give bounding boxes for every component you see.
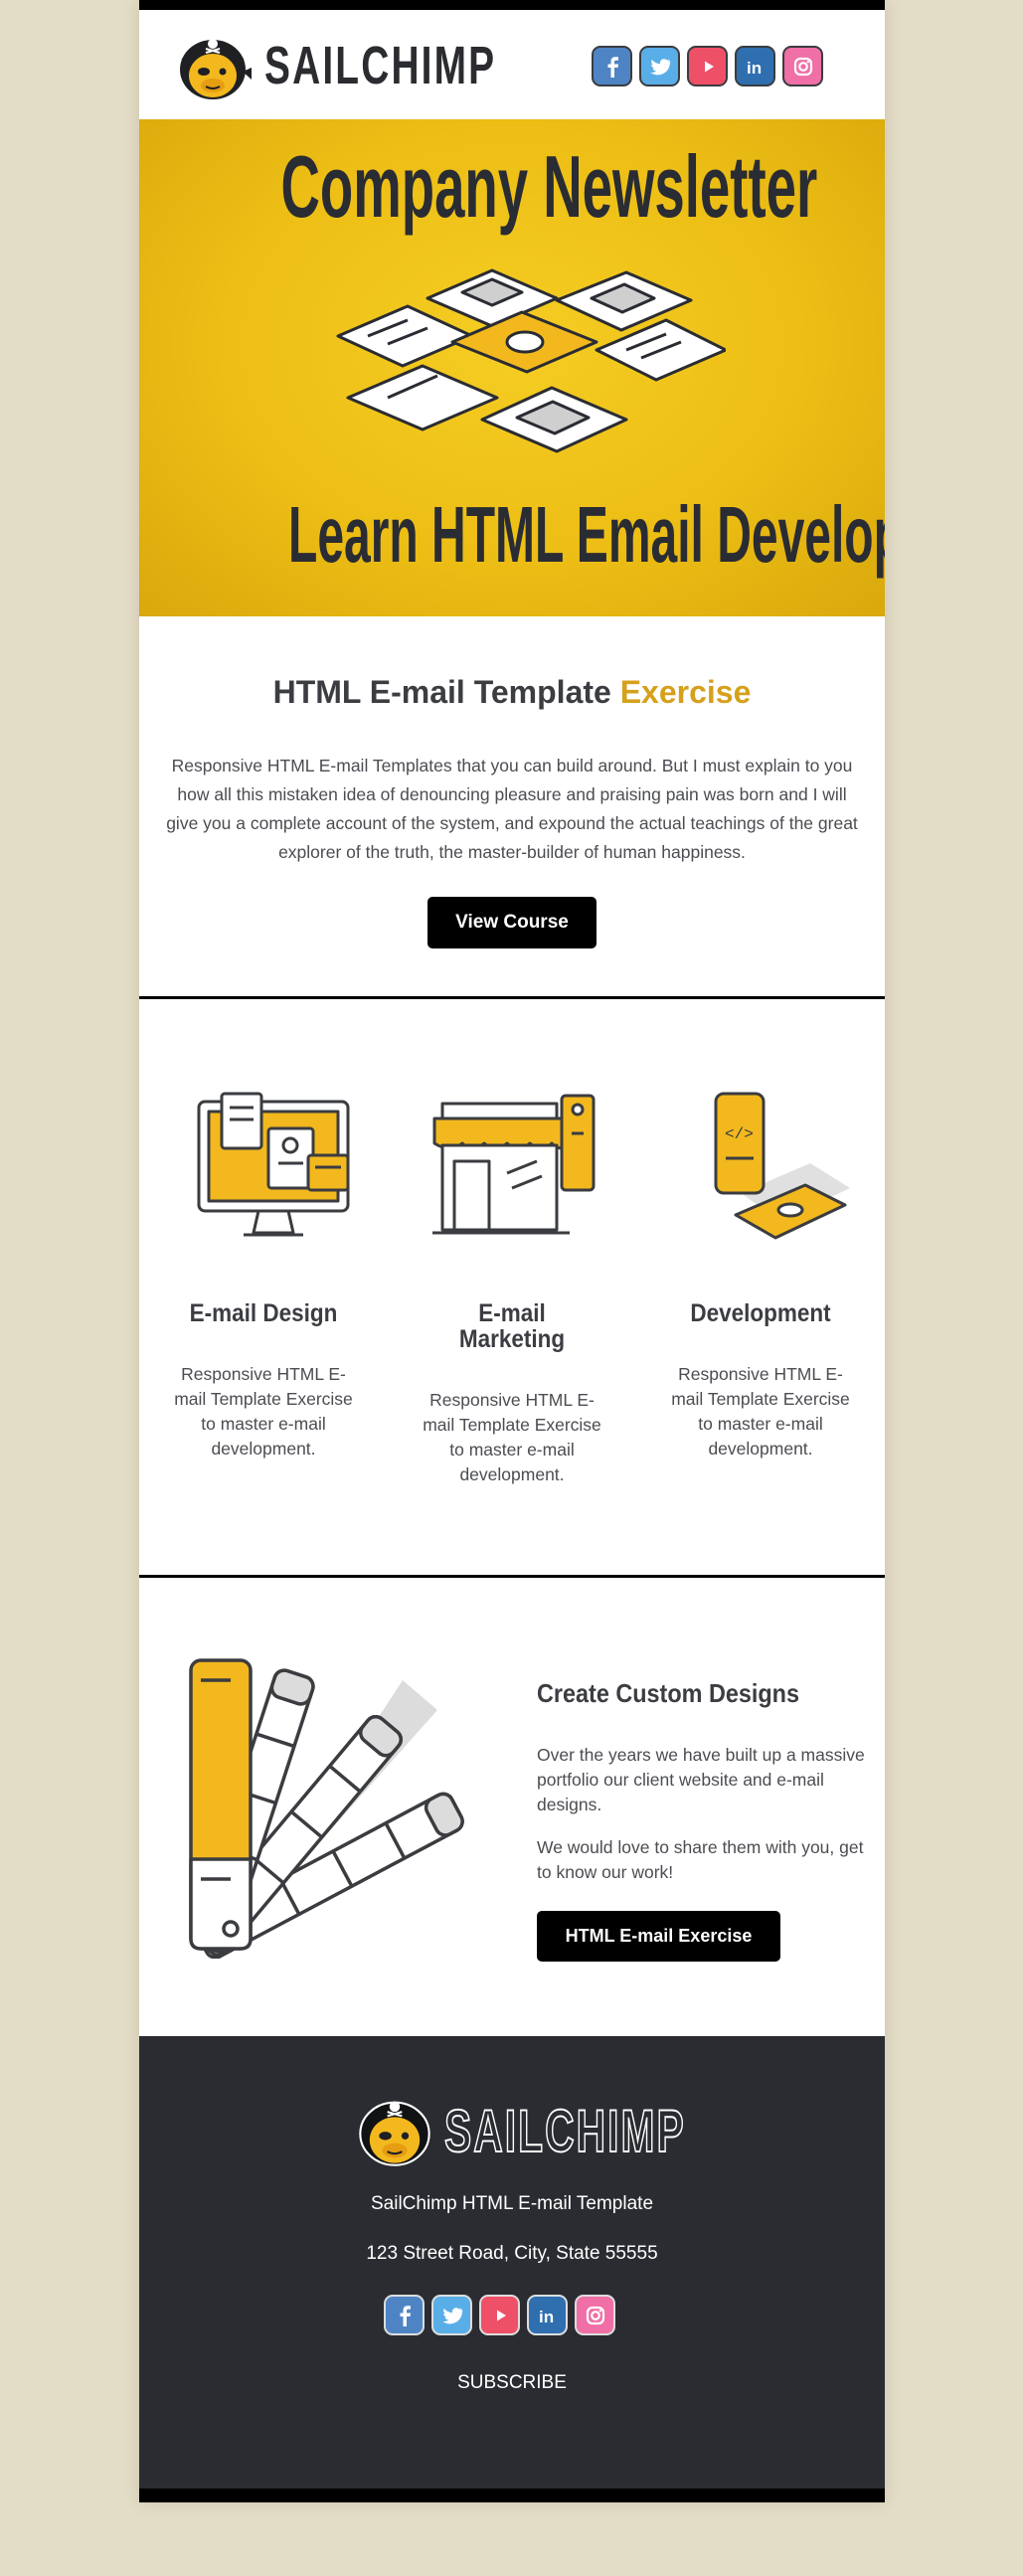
color-swatch-fan-icon: [189, 1658, 464, 1959]
intro-title: HTML E-mail Template Exercise: [139, 674, 885, 711]
intro-text: Responsive HTML E-mail Templates that yo…: [166, 756, 858, 862]
instagram-icon[interactable]: [782, 46, 823, 86]
social-links-header: in: [592, 46, 823, 86]
svg-text:</>: </>: [725, 1125, 754, 1143]
layout-cards-illustration: [336, 268, 726, 453]
linkedin-icon[interactable]: in: [527, 2295, 568, 2335]
intro-title-main: HTML E-mail Template: [272, 674, 611, 710]
feature-title: E-mail Design: [189, 1299, 338, 1327]
feature-text: Responsive HTML E-mail Template Exercise…: [671, 1364, 850, 1459]
section-divider: [139, 996, 885, 999]
custom-designs-text-1: Over the years we have built up a massiv…: [537, 1745, 865, 1814]
top-bar: [139, 0, 885, 10]
feature-development: </> Development Responsive HTML E-mail T…: [661, 1084, 860, 1459]
facebook-icon[interactable]: [592, 46, 632, 86]
youtube-icon[interactable]: [687, 46, 728, 86]
twitter-icon[interactable]: [639, 46, 680, 86]
instagram-icon[interactable]: [575, 2295, 615, 2335]
storefront-icon: [432, 1094, 596, 1235]
svg-text:in: in: [747, 59, 762, 78]
feature-text: Responsive HTML E-mail Template Exercise…: [423, 1390, 601, 1484]
feature-email-marketing: E-mail Marketing Responsive HTML E-mail …: [413, 1084, 611, 1484]
footer-address: 123 Street Road, City, State 55555: [366, 2243, 658, 2264]
custom-designs-text-2: We would love to share them with you, ge…: [537, 1837, 864, 1882]
feature-title: E-mail Marketing: [458, 1299, 566, 1353]
hero-subtitle: Learn HTML Email Development!: [288, 490, 885, 579]
header: SAILCHIMP in: [139, 10, 885, 119]
subscribe-link[interactable]: SUBSCRIBE: [139, 2372, 885, 2394]
footer-brand-wordmark: SAILCHIMP: [443, 2097, 686, 2165]
feature-email-design: E-mail Design Responsive HTML E-mail Tem…: [164, 1084, 363, 1459]
section-divider: [139, 1575, 885, 1578]
facebook-icon[interactable]: [384, 2295, 425, 2335]
pirate-monkey-icon: [359, 2101, 430, 2166]
footer: SAILCHIMP SailChimp HTML E-mail Template…: [139, 2036, 885, 2489]
monitor-layout-icon: [197, 1092, 350, 1237]
brand-wordmark: SAILCHIMP: [264, 36, 497, 95]
html-email-exercise-button[interactable]: HTML E-mail Exercise: [537, 1911, 780, 1962]
brand-logo[interactable]: SAILCHIMP: [173, 30, 494, 101]
intro-title-accent: Exercise: [619, 674, 752, 710]
pirate-monkey-icon: [180, 39, 252, 99]
email-container: SAILCHIMP in Company Newsletter Learn HT…: [139, 0, 885, 2502]
twitter-icon[interactable]: [431, 2295, 472, 2335]
footer-template-name: SailChimp HTML E-mail Template: [370, 2193, 654, 2214]
linkedin-icon[interactable]: in: [735, 46, 775, 86]
mobile-code-icon: </>: [714, 1092, 850, 1240]
youtube-icon[interactable]: [479, 2295, 520, 2335]
social-links-footer: in: [384, 2295, 615, 2335]
hero-banner: Company Newsletter Learn HTML Email Deve…: [139, 119, 885, 616]
feature-title: Development: [690, 1299, 831, 1327]
custom-designs-title: Create Custom Designs: [537, 1678, 799, 1708]
svg-text:in: in: [539, 2308, 554, 2326]
bottom-bar: [139, 2489, 885, 2502]
footer-brand-logo[interactable]: SAILCHIMP: [353, 2092, 684, 2171]
feature-text: Responsive HTML E-mail Template Exercise…: [174, 1364, 353, 1459]
hero-title: Company Newsletter: [280, 137, 818, 236]
view-course-button[interactable]: View Course: [427, 897, 597, 948]
